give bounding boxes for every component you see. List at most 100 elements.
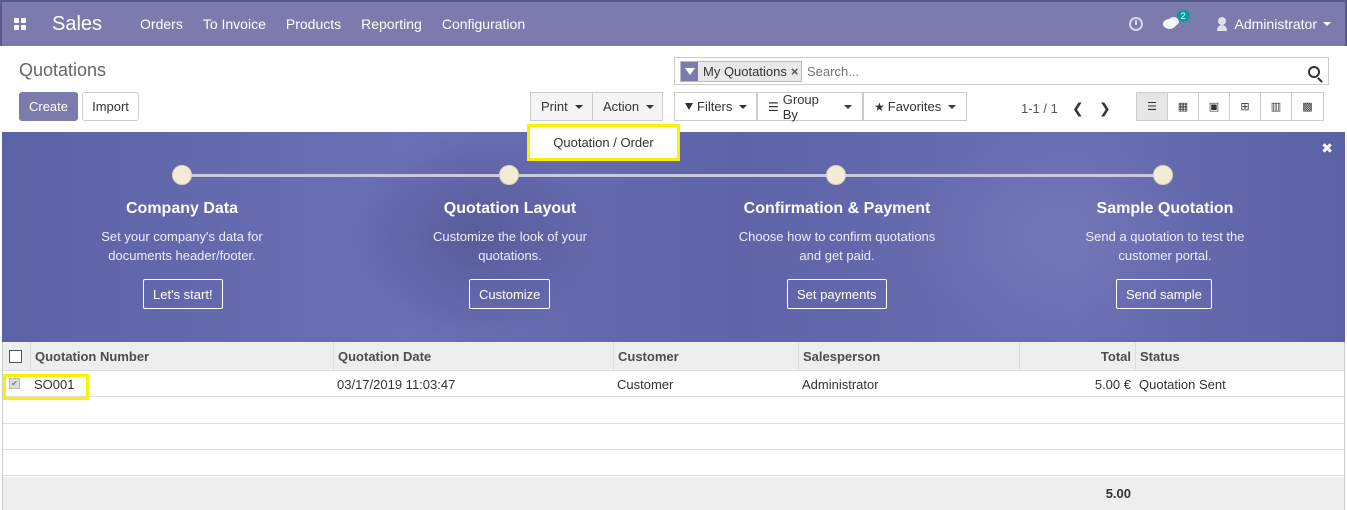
- search-bar[interactable]: My Quotations ×: [674, 57, 1329, 85]
- cell-salesperson[interactable]: Administrator: [802, 371, 879, 397]
- apps-menu-icon[interactable]: [2, 2, 38, 46]
- menu-to-invoice[interactable]: To Invoice: [203, 16, 266, 32]
- menu-reporting[interactable]: Reporting: [361, 16, 422, 32]
- menu-configuration[interactable]: Configuration: [442, 16, 525, 32]
- step-title: Confirmation & Payment: [743, 200, 931, 217]
- activity-view-icon[interactable]: ▩: [1292, 93, 1323, 120]
- step-description: Customize the look of your: [433, 229, 587, 244]
- customize-button[interactable]: Customize: [469, 279, 551, 309]
- create-button[interactable]: Create: [19, 92, 78, 121]
- calendar-view-icon[interactable]: ▣: [1199, 93, 1230, 120]
- app-name[interactable]: Sales: [52, 13, 102, 36]
- step-description: quotations.: [478, 248, 542, 263]
- lets-start-button[interactable]: Let's start!: [143, 279, 223, 309]
- user-avatar-icon[interactable]: [1216, 17, 1227, 31]
- column-header-status[interactable]: Status: [1135, 342, 1346, 370]
- favorites-button[interactable]: ★ Favorites: [863, 92, 967, 121]
- table-header: Quotation Number Quotation Date Customer…: [3, 342, 1344, 371]
- print-button[interactable]: Print: [530, 92, 593, 121]
- step-description: Send a quotation to test the: [1085, 229, 1245, 244]
- select-all-checkbox[interactable]: [3, 342, 30, 370]
- kanban-view-icon[interactable]: ▦: [1168, 93, 1199, 120]
- column-header-total[interactable]: Total: [1019, 342, 1135, 370]
- pager-value[interactable]: 1-1 / 1: [1021, 101, 1058, 116]
- filter-funnel-icon: [681, 62, 698, 81]
- cell-customer[interactable]: Customer: [617, 371, 673, 397]
- import-button[interactable]: Import: [82, 92, 139, 121]
- pivot-view-icon[interactable]: ⊞: [1230, 93, 1261, 120]
- step-description: customer portal.: [1118, 248, 1212, 263]
- action-label: Action: [603, 99, 640, 114]
- step-title: Sample Quotation: [1096, 200, 1234, 217]
- footer-total: 5.00: [1105, 486, 1131, 501]
- step-dot: [1153, 165, 1173, 185]
- send-sample-button[interactable]: Send sample: [1116, 279, 1212, 309]
- messages-chat-icon[interactable]: 2: [1162, 10, 1190, 31]
- step-confirmation-payment: Confirmation & Payment Choose how to con…: [717, 200, 957, 265]
- action-button[interactable]: Action: [592, 92, 663, 121]
- caret-down-icon: [948, 104, 957, 109]
- cell-total[interactable]: 5.00 €: [1019, 371, 1131, 397]
- star-icon: ★: [874, 99, 885, 114]
- set-payments-button[interactable]: Set payments: [787, 279, 887, 309]
- print-label: Print: [541, 99, 568, 114]
- print-menu-quotation-order[interactable]: Quotation / Order: [527, 124, 680, 161]
- highlight-box: [3, 374, 89, 400]
- cell-status[interactable]: Quotation Sent: [1139, 371, 1226, 397]
- menu-orders[interactable]: Orders: [140, 16, 183, 32]
- activity-clock-icon[interactable]: [1128, 17, 1143, 31]
- filter-icon: [685, 103, 693, 110]
- pager-previous-icon[interactable]: ❮: [1072, 100, 1084, 117]
- caret-down-icon: [574, 104, 583, 109]
- filters-button[interactable]: Filters: [674, 92, 757, 121]
- column-header-salesperson[interactable]: Salesperson: [798, 342, 1019, 370]
- empty-row: [3, 424, 1344, 450]
- messages-badge: 2: [1176, 10, 1190, 22]
- column-header-quotation-date[interactable]: Quotation Date: [333, 342, 613, 370]
- step-description: Set your company's data for: [101, 229, 263, 244]
- empty-row: [3, 450, 1344, 476]
- step-description: Choose how to confirm quotations: [738, 229, 936, 244]
- table-row[interactable]: ✔ SO001 03/17/2019 11:03:47 Customer Adm…: [3, 371, 1344, 397]
- quotations-table: Quotation Number Quotation Date Customer…: [2, 342, 1345, 510]
- page-title: Quotations: [19, 60, 107, 80]
- menu-products[interactable]: Products: [286, 16, 341, 32]
- user-menu[interactable]: Administrator: [1235, 16, 1317, 32]
- search-icon[interactable]: [1308, 66, 1320, 78]
- view-switcher: ☰ ▦ ▣ ⊞ ▥ ▩: [1136, 92, 1324, 121]
- caret-down-icon: [739, 104, 748, 109]
- close-icon[interactable]: ✖: [1321, 140, 1333, 157]
- group-by-button[interactable]: ☰ Group By: [757, 91, 863, 122]
- column-header-quotation-number[interactable]: Quotation Number: [30, 342, 333, 370]
- graph-view-icon[interactable]: ▥: [1261, 93, 1292, 120]
- list-view-icon[interactable]: ☰: [1137, 93, 1168, 120]
- favorites-label: Favorites: [887, 99, 942, 114]
- filters-label: Filters: [697, 99, 733, 114]
- facet-remove-icon[interactable]: ×: [791, 64, 799, 79]
- table-footer: 5.00: [3, 477, 1344, 510]
- list-bars-icon: ☰: [768, 99, 779, 114]
- group-by-label: Group By: [782, 91, 819, 122]
- step-title: Quotation Layout: [443, 200, 577, 217]
- step-dot: [826, 165, 846, 185]
- search-input[interactable]: [807, 64, 1287, 79]
- progress-line: [182, 174, 1164, 177]
- step-dot: [172, 165, 192, 185]
- top-navbar: Sales Orders To Invoice Products Reporti…: [0, 0, 1347, 46]
- caret-down-icon: [646, 104, 655, 109]
- step-company-data: Company Data Set your company's data for…: [62, 200, 302, 265]
- facet-label: My Quotations: [703, 64, 787, 79]
- onboarding-banner: Company Data Set your company's data for…: [2, 132, 1345, 342]
- cell-quotation-date[interactable]: 03/17/2019 11:03:47: [337, 371, 455, 397]
- search-facet[interactable]: My Quotations ×: [680, 61, 803, 82]
- step-title: Company Data: [125, 200, 239, 217]
- step-description: and get paid.: [799, 248, 875, 263]
- column-header-customer[interactable]: Customer: [613, 342, 798, 370]
- step-quotation-layout: Quotation Layout Customize the look of y…: [390, 200, 630, 265]
- step-sample-quotation: Sample Quotation Send a quotation to tes…: [1045, 200, 1285, 265]
- pager-next-icon[interactable]: ❯: [1099, 100, 1111, 117]
- step-dot: [499, 165, 519, 185]
- step-description: documents header/footer.: [108, 248, 256, 263]
- caret-down-icon: [844, 104, 852, 109]
- user-caret-icon[interactable]: [1323, 22, 1331, 26]
